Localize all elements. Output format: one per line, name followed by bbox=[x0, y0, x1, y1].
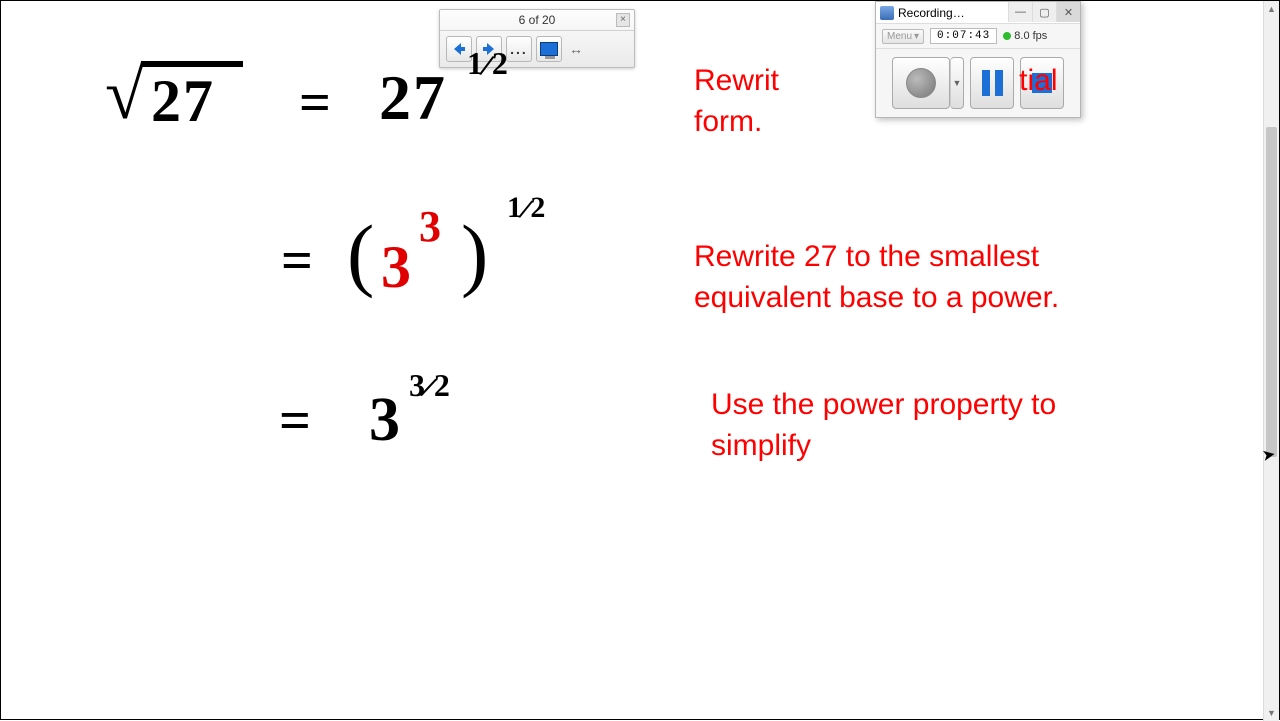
sqrt-symbol: √ bbox=[105, 53, 145, 136]
exponent-3-red: 3 bbox=[419, 201, 441, 252]
fps-value: 8.0 fps bbox=[1014, 30, 1047, 42]
arrow-left-icon bbox=[451, 41, 467, 57]
equals-2: = bbox=[281, 229, 313, 293]
base-3-red: 3 bbox=[381, 233, 411, 302]
exponent-one-half-1: 1/2 bbox=[467, 45, 508, 82]
instruction-1a: Rewrit bbox=[694, 64, 779, 97]
scroll-track[interactable] bbox=[1264, 17, 1279, 705]
recorder-titlebar[interactable]: Recording… — ▢ ✕ bbox=[876, 2, 1080, 24]
left-paren: ( bbox=[347, 207, 374, 301]
fullscreen-button[interactable] bbox=[536, 36, 562, 62]
mouse-cursor-icon: ➤ bbox=[1260, 444, 1277, 466]
swap-icon: ↔ bbox=[569, 41, 583, 57]
radicand-27: 27 bbox=[151, 67, 215, 136]
minimize-button[interactable]: — bbox=[1008, 2, 1032, 22]
recorder-title: Recording… bbox=[898, 6, 965, 20]
ellipsis-icon: ... bbox=[508, 41, 530, 57]
scroll-up-button[interactable]: ▲ bbox=[1264, 1, 1279, 17]
swap-button[interactable]: ↔ bbox=[566, 36, 586, 62]
exponent-one-half-2: 1/2 bbox=[507, 191, 545, 225]
pager-close-button[interactable]: × bbox=[616, 13, 630, 27]
scroll-down-button[interactable]: ▼ bbox=[1264, 705, 1279, 721]
instruction-2: Rewrite 27 to the smallest equivalent ba… bbox=[694, 237, 1104, 318]
base-27: 27 bbox=[379, 61, 447, 135]
maximize-button[interactable]: ▢ bbox=[1032, 2, 1056, 22]
menu-label: Menu bbox=[887, 31, 912, 42]
instruction-3: Use the power property to simplify bbox=[711, 385, 1111, 466]
recording-status-icon bbox=[1003, 32, 1011, 40]
page-counter: 6 of 20 bbox=[519, 13, 556, 27]
scroll-thumb[interactable] bbox=[1266, 127, 1277, 457]
equals-1: = bbox=[299, 71, 331, 135]
chevron-down-icon: ▾ bbox=[914, 31, 919, 42]
right-paren: ) bbox=[461, 207, 488, 301]
exponent-three-halves: 3/2 bbox=[409, 367, 450, 404]
close-window-button[interactable]: ✕ bbox=[1056, 2, 1080, 22]
base-3-final: 3 bbox=[369, 385, 400, 456]
equals-3: = bbox=[279, 389, 311, 453]
window-controls: — ▢ ✕ bbox=[1008, 2, 1080, 22]
vertical-scrollbar[interactable]: ▲ ▼ bbox=[1263, 1, 1279, 721]
more-pages-button[interactable]: ... bbox=[506, 36, 532, 62]
pager-header: 6 of 20 × bbox=[440, 10, 634, 31]
recorder-status-bar: Menu▾ 0:07:43 8.0 fps bbox=[876, 24, 1080, 49]
recorder-app-icon bbox=[880, 6, 894, 20]
fps-indicator: 8.0 fps bbox=[1003, 30, 1047, 42]
elapsed-time: 0:07:43 bbox=[930, 28, 997, 44]
recorder-menu-dropdown[interactable]: Menu▾ bbox=[882, 29, 924, 44]
instruction-1: RewritXXXXXXXXXXXXtial form. bbox=[694, 61, 1124, 142]
monitor-icon bbox=[540, 42, 558, 56]
